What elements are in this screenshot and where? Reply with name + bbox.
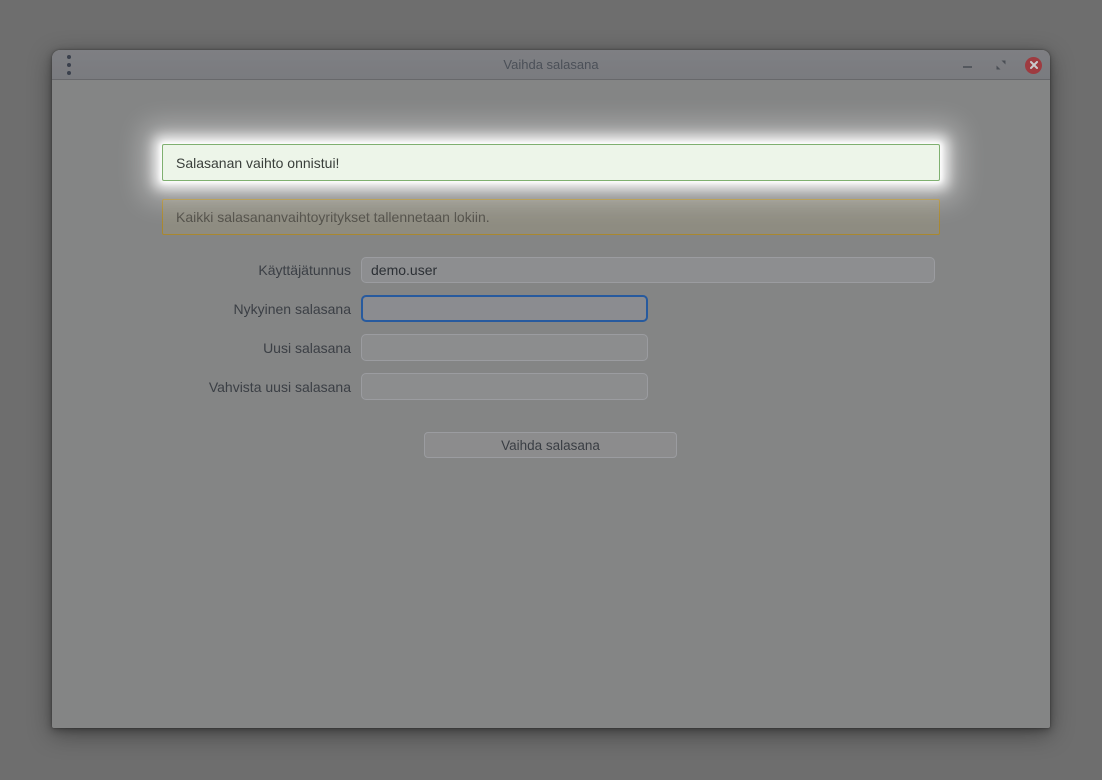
warning-message-text: Kaikki salasananvaihtoyritykset tallenne… — [176, 209, 490, 225]
new-password-input[interactable] — [361, 334, 648, 361]
menu-dot-icon — [67, 63, 71, 67]
change-password-submit-button[interactable]: Vaihda salasana — [424, 432, 677, 458]
change-password-window: Vaihda salasana — [52, 50, 1050, 728]
warning-message-banner: Kaikki salasananvaihtoyritykset tallenne… — [162, 199, 940, 235]
current-password-label: Nykyinen salasana — [92, 295, 351, 322]
close-button[interactable] — [1017, 50, 1050, 80]
minimize-button[interactable] — [951, 50, 984, 80]
menu-dot-icon — [67, 55, 71, 59]
new-password-label: Uusi salasana — [92, 334, 351, 361]
menu-button[interactable] — [58, 53, 80, 77]
username-input[interactable] — [361, 257, 935, 283]
menu-dot-icon — [67, 71, 71, 75]
minimize-icon — [963, 66, 972, 68]
success-message-banner: Salasanan vaihto onnistui! — [162, 144, 940, 181]
maximize-button[interactable] — [984, 50, 1017, 80]
confirm-password-label: Vahvista uusi salasana — [92, 373, 351, 400]
window-content: Salasanan vaihto onnistui! Kaikki salasa… — [52, 80, 1050, 728]
titlebar: Vaihda salasana — [52, 50, 1050, 80]
username-label: Käyttäjätunnus — [92, 257, 351, 283]
maximize-icon — [996, 60, 1006, 70]
confirm-password-input[interactable] — [361, 373, 648, 400]
window-title: Vaihda salasana — [52, 50, 1050, 80]
window-controls — [951, 50, 1050, 80]
success-message-text: Salasanan vaihto onnistui! — [176, 155, 339, 171]
current-password-input[interactable] — [361, 295, 648, 322]
close-icon — [1025, 57, 1042, 74]
